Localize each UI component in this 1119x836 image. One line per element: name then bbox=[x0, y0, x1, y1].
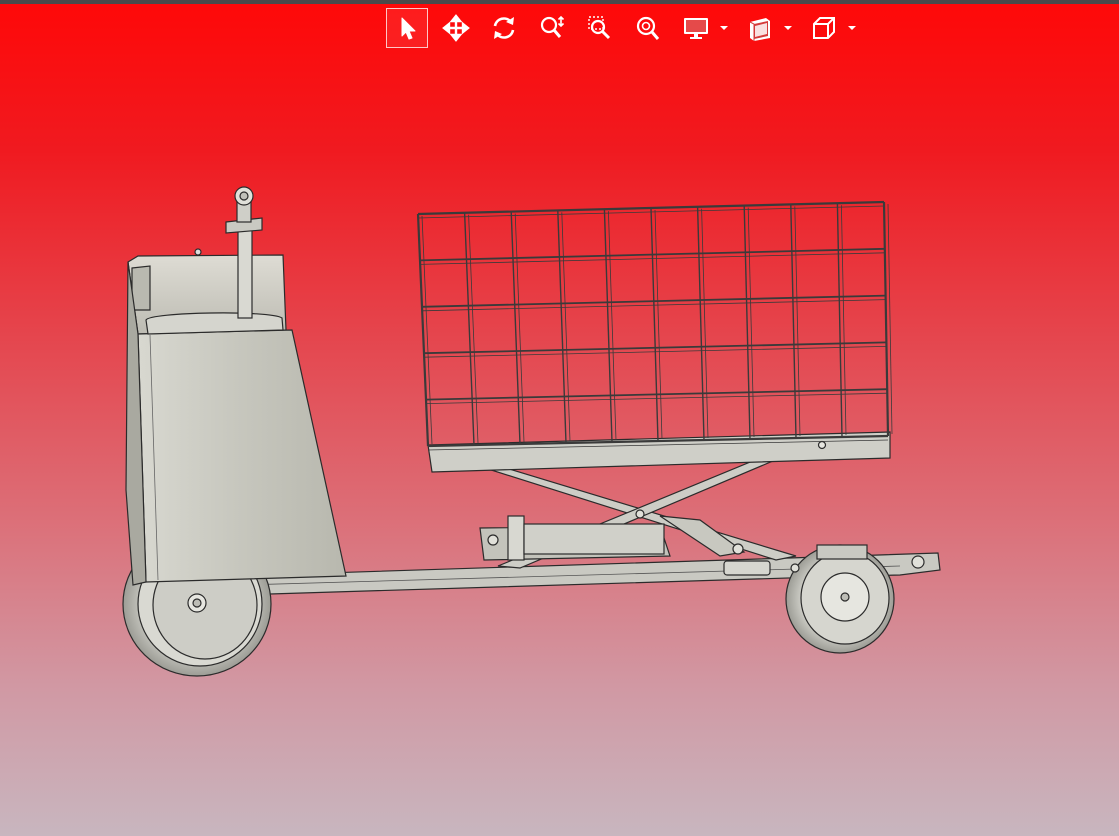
standard-views-cube-icon bbox=[813, 17, 835, 39]
zoom-fit-tool-button[interactable] bbox=[624, 8, 672, 48]
section-view-dropdown[interactable] bbox=[736, 8, 800, 48]
section-view-icon bbox=[749, 18, 770, 41]
chevron-down-icon bbox=[720, 26, 728, 30]
front-wheel bbox=[785, 544, 895, 654]
chevron-down-icon bbox=[784, 26, 792, 30]
scissor-lift bbox=[465, 457, 800, 576]
pan-tool-button[interactable] bbox=[432, 8, 480, 48]
pan-icon bbox=[442, 14, 470, 42]
view-toolbar bbox=[386, 8, 864, 48]
select-tool-button[interactable] bbox=[386, 8, 428, 48]
wire-basket bbox=[416, 200, 893, 451]
zoom-icon bbox=[540, 15, 565, 38]
rotate-tool-button[interactable] bbox=[480, 8, 528, 48]
3d-viewport[interactable] bbox=[0, 50, 1119, 836]
standard-views-dropdown[interactable] bbox=[800, 8, 864, 48]
chevron-down-icon bbox=[848, 26, 856, 30]
rotate-icon bbox=[493, 17, 515, 39]
display-mode-icon bbox=[684, 18, 708, 39]
zoom-fit-icon bbox=[636, 16, 660, 40]
display-mode-dropdown[interactable] bbox=[672, 8, 736, 48]
window-top-border bbox=[0, 0, 1119, 4]
zoom-window-tool-button[interactable] bbox=[576, 8, 624, 48]
cart-model[interactable] bbox=[0, 50, 1119, 836]
console-body bbox=[125, 248, 347, 586]
zoom-window-icon bbox=[588, 16, 611, 40]
zoom-tool-button[interactable] bbox=[528, 8, 576, 48]
select-pointer-icon bbox=[401, 17, 416, 40]
